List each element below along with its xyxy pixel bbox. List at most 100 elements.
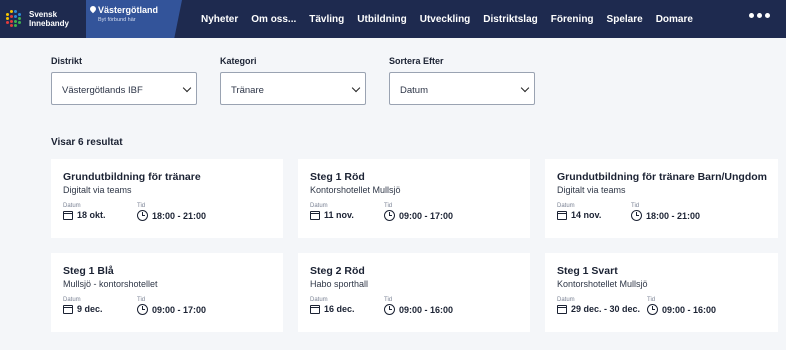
course-card[interactable]: Grundutbildning för tränare Digitalt via… <box>51 159 283 238</box>
alarm-clock-icon <box>631 210 642 221</box>
course-time: Tid 09:00 - 17:00 <box>384 203 453 221</box>
date-label: Datum <box>557 203 575 209</box>
district-select-value: Västergötlands IBF <box>62 85 143 96</box>
region-switch-hint: Byt förbund här <box>98 17 136 23</box>
course-title: Steg 1 Svart <box>557 265 618 277</box>
calendar-icon <box>557 304 567 314</box>
more-menu-icon[interactable] <box>749 13 770 18</box>
nav-item-distriktslag[interactable]: Distriktslag <box>483 14 537 25</box>
course-date: Datum 14 nov. <box>557 203 601 220</box>
date-label: Datum <box>310 203 328 209</box>
date-value: 18 okt. <box>77 210 106 220</box>
region-selector[interactable]: Västergötland Byt förbund här <box>86 0 182 38</box>
course-time: Tid 18:00 - 21:00 <box>137 203 206 221</box>
course-location: Kontorshotellet Mullsjö <box>310 185 401 195</box>
course-date: Datum 18 okt. <box>63 203 106 220</box>
calendar-icon <box>63 210 73 220</box>
region-title: Västergötland <box>98 5 159 15</box>
calendar-icon <box>310 210 320 220</box>
district-select[interactable]: Västergötlands IBF <box>51 72 197 105</box>
date-label: Datum <box>557 297 575 303</box>
alarm-clock-icon <box>647 304 658 315</box>
course-card[interactable]: Steg 2 Röd Habo sporthall Datum 16 dec. … <box>298 253 530 332</box>
date-value: 29 dec. - 30 dec. <box>571 304 641 314</box>
calendar-icon <box>557 210 567 220</box>
time-value: 09:00 - 16:00 <box>662 304 717 315</box>
time-value: 09:00 - 17:00 <box>152 304 207 315</box>
date-value: 11 nov. <box>324 210 354 220</box>
course-date: Datum 11 nov. <box>310 203 354 220</box>
course-time: Tid 09:00 - 16:00 <box>647 297 716 315</box>
logo-line-1: Svensk <box>29 10 58 19</box>
course-time: Tid 09:00 - 17:00 <box>137 297 206 315</box>
chevron-down-icon <box>182 83 192 93</box>
date-label: Datum <box>63 297 81 303</box>
location-pin-icon <box>88 4 98 14</box>
nav-item-spelare[interactable]: Spelare <box>607 14 643 25</box>
alarm-clock-icon <box>384 210 395 221</box>
nav-item-utveckling[interactable]: Utveckling <box>420 14 471 25</box>
course-card[interactable]: Steg 1 Blå Mullsjö - kontorshotellet Dat… <box>51 253 283 332</box>
calendar-icon <box>63 304 73 314</box>
logo-line-2: Innebandy <box>29 19 70 28</box>
nav-item-utbildning[interactable]: Utbildning <box>357 14 406 25</box>
main-nav: Nyheter Om oss... Tävling Utbildning Utv… <box>201 0 706 38</box>
sort-select-value: Datum <box>400 85 428 96</box>
time-label: Tid <box>384 203 393 209</box>
course-title: Steg 2 Röd <box>310 265 365 277</box>
course-title: Grundutbildning för tränare <box>63 171 201 183</box>
course-location: Digitalt via teams <box>63 185 132 195</box>
course-title: Grundutbildning för tränare Barn/Ungdom <box>557 171 767 183</box>
date-label: Datum <box>63 203 81 209</box>
calendar-icon <box>310 304 320 314</box>
date-label: Datum <box>310 297 328 303</box>
course-card[interactable]: Steg 1 Röd Kontorshotellet Mullsjö Datum… <box>298 159 530 238</box>
time-label: Tid <box>384 297 393 303</box>
date-value: 9 dec. <box>77 304 103 314</box>
chevron-down-icon <box>351 83 361 93</box>
logo-dots-icon <box>6 10 24 28</box>
site-logo[interactable]: Svensk Innebandy <box>0 0 86 38</box>
logo-wordmark: Svensk Innebandy <box>29 10 69 28</box>
top-navigation-bar: Svensk Innebandy Västergötland Byt förbu… <box>0 0 786 38</box>
course-time: Tid 09:00 - 16:00 <box>384 297 453 315</box>
time-label: Tid <box>647 297 656 303</box>
course-date: Datum 29 dec. - 30 dec. <box>557 297 640 314</box>
nav-item-domare[interactable]: Domare <box>656 14 693 25</box>
alarm-clock-icon <box>137 210 148 221</box>
course-time: Tid 18:00 - 21:00 <box>631 203 700 221</box>
course-card[interactable]: Steg 1 Svart Kontorshotellet Mullsjö Dat… <box>545 253 778 332</box>
time-value: 18:00 - 21:00 <box>646 210 701 221</box>
course-title: Steg 1 Blå <box>63 265 114 277</box>
course-card[interactable]: Grundutbildning för tränare Barn/Ungdom … <box>545 159 778 238</box>
alarm-clock-icon <box>137 304 148 315</box>
sort-select[interactable]: Datum <box>389 72 535 105</box>
time-value: 09:00 - 17:00 <box>399 210 454 221</box>
time-label: Tid <box>137 297 146 303</box>
alarm-clock-icon <box>384 304 395 315</box>
nav-item-om-oss[interactable]: Om oss... <box>251 14 296 25</box>
time-value: 18:00 - 21:00 <box>152 210 207 221</box>
category-select[interactable]: Tränare <box>220 72 366 105</box>
course-location: Digitalt via teams <box>557 185 626 195</box>
category-select-value: Tränare <box>231 85 264 96</box>
nav-item-tavling[interactable]: Tävling <box>309 14 344 25</box>
time-value: 09:00 - 16:00 <box>399 304 454 315</box>
time-label: Tid <box>137 203 146 209</box>
course-location: Habo sporthall <box>310 279 369 289</box>
category-label: Kategori <box>220 56 257 66</box>
course-location: Mullsjö - kontorshotellet <box>63 279 158 289</box>
course-location: Kontorshotellet Mullsjö <box>557 279 648 289</box>
chevron-down-icon <box>520 83 530 93</box>
date-value: 14 nov. <box>571 210 602 220</box>
results-count: Visar 6 resultat <box>51 137 123 148</box>
course-title: Steg 1 Röd <box>310 171 365 183</box>
nav-item-forening[interactable]: Förening <box>551 14 594 25</box>
time-label: Tid <box>631 203 640 209</box>
nav-item-nyheter[interactable]: Nyheter <box>201 14 238 25</box>
sort-label: Sortera Efter <box>389 56 444 66</box>
course-date: Datum 9 dec. <box>63 297 103 314</box>
date-value: 16 dec. <box>324 304 355 314</box>
course-date: Datum 16 dec. <box>310 297 355 314</box>
district-label: Distrikt <box>51 56 83 66</box>
